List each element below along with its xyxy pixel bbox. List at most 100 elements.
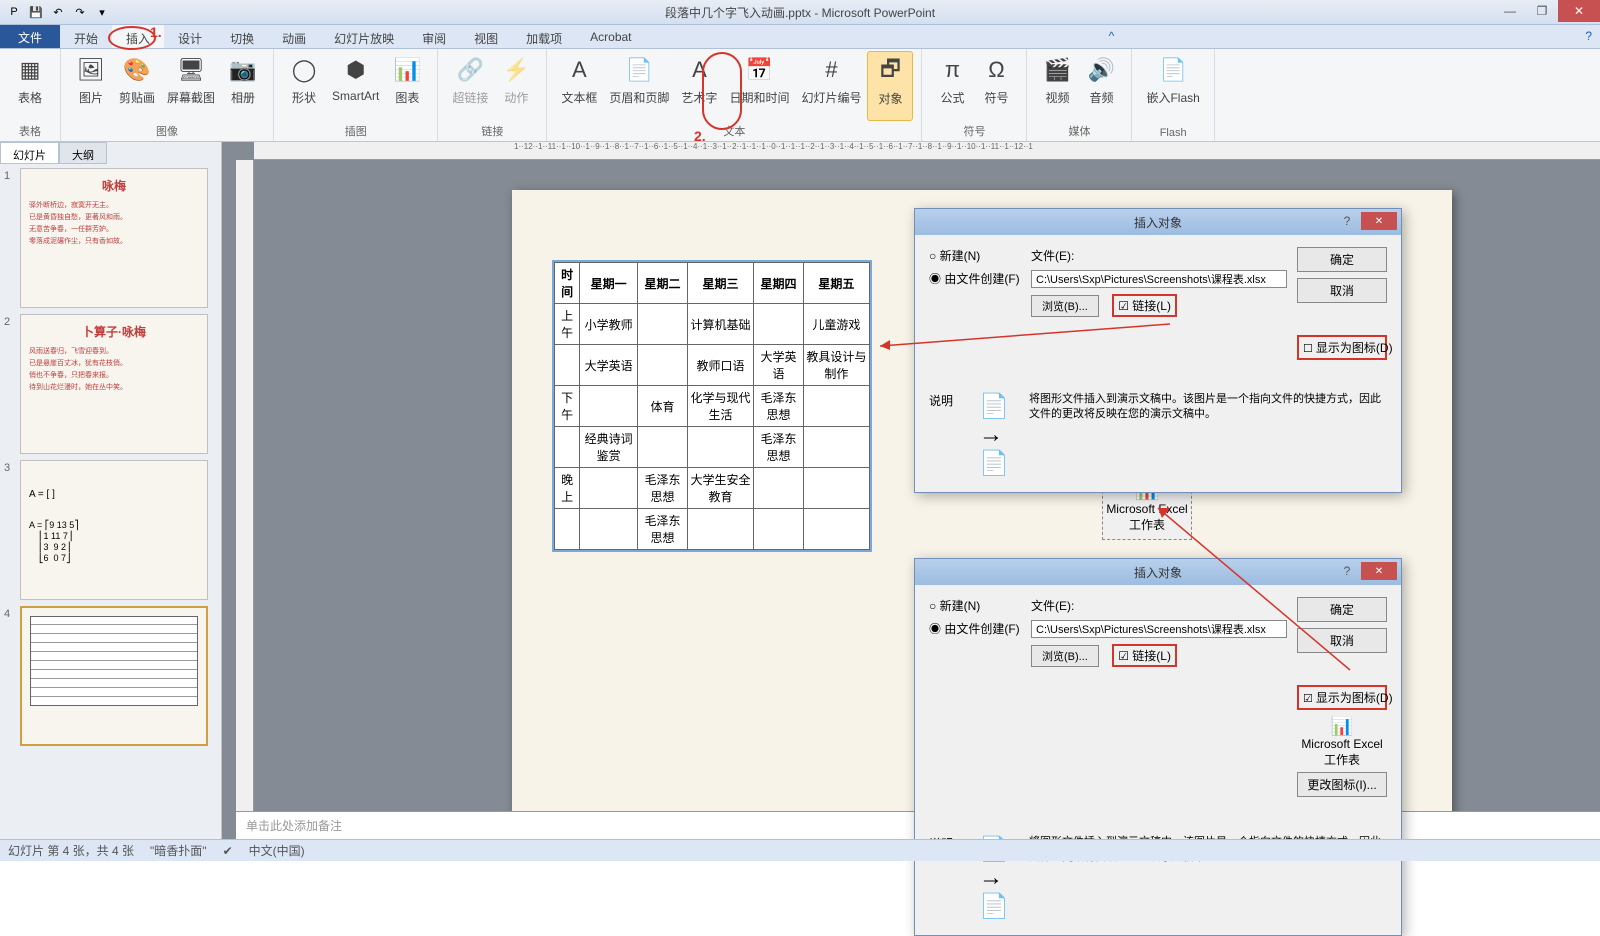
- dialog-help-button[interactable]: ?: [1337, 562, 1357, 580]
- slide-thumbnail[interactable]: 卜算子·咏梅风雨送春归，飞雪迎春到。已是悬崖百丈冰，犹有花枝俏。俏也不争春，只把…: [20, 314, 208, 454]
- group-label: 表格: [8, 121, 52, 141]
- tab-view[interactable]: 视图: [460, 25, 512, 48]
- file-label: 文件(E):: [1031, 247, 1287, 264]
- window-title: 段落中几个字飞入动画.pptx - Microsoft PowerPoint: [665, 4, 935, 21]
- browse-button[interactable]: 浏览(B)...: [1031, 645, 1099, 667]
- tab-acrobat[interactable]: Acrobat: [576, 25, 645, 48]
- ribbon-video[interactable]: 🎬视频: [1035, 51, 1079, 121]
- theme-name: "暗香扑面": [150, 842, 207, 859]
- tab-slides[interactable]: 幻灯片: [0, 142, 59, 164]
- ribbon-wordart[interactable]: A艺术字: [675, 51, 723, 121]
- redo-icon[interactable]: ↷: [70, 2, 90, 22]
- ribbon-action[interactable]: ⚡动作: [494, 51, 538, 121]
- ribbon-equation[interactable]: π公式: [930, 51, 974, 121]
- link-checkbox[interactable]: ☑ 链接(L): [1112, 294, 1177, 317]
- group-label: 插图: [282, 121, 429, 141]
- album-icon: 📷: [227, 54, 259, 86]
- slide-thumbnail[interactable]: 咏梅驿外断桥边，寂寞开无主。已是黄昏独自愁，更著风和雨。无意苦争春，一任群芳妒。…: [20, 168, 208, 308]
- tab-home[interactable]: 开始: [60, 25, 112, 48]
- group-label: 链接: [446, 121, 538, 141]
- close-button[interactable]: ✕: [1558, 0, 1600, 22]
- group-label: 符号: [930, 121, 1018, 141]
- radio-new[interactable]: ○ 新建(N): [929, 597, 1031, 614]
- slide-thumbnail[interactable]: [20, 606, 208, 746]
- icon-preview: 📊 Microsoft Excel 工作表: [1297, 716, 1387, 768]
- undo-icon[interactable]: ↶: [48, 2, 68, 22]
- embedded-table[interactable]: 时间星期一星期二星期三星期四星期五上午小学教师计算机基础儿童游戏大学英语教师口语…: [552, 260, 872, 552]
- tab-design[interactable]: 设计: [164, 25, 216, 48]
- group-label: 图像: [69, 121, 265, 141]
- cancel-button[interactable]: 取消: [1297, 278, 1387, 303]
- tab-review[interactable]: 审阅: [408, 25, 460, 48]
- link-checkbox[interactable]: ☑ 链接(L): [1112, 644, 1177, 667]
- cancel-button[interactable]: 取消: [1297, 628, 1387, 653]
- tab-addins[interactable]: 加载项: [512, 25, 576, 48]
- ribbon-smartart[interactable]: ⬢SmartArt: [326, 51, 385, 121]
- file-tab[interactable]: 文件: [0, 25, 60, 48]
- tab-animations[interactable]: 动画: [268, 25, 320, 48]
- ribbon-textbox[interactable]: A文本框: [555, 51, 603, 121]
- ribbon-headerfooter[interactable]: 📄页眉和页脚: [603, 51, 675, 121]
- change-icon-button[interactable]: 更改图标(I)...: [1297, 772, 1387, 797]
- tab-outline[interactable]: 大纲: [59, 142, 107, 164]
- window-controls: — ❐ ✕: [1494, 0, 1600, 22]
- ribbon-minimize-icon[interactable]: ^: [1101, 25, 1123, 48]
- ribbon-hyperlink[interactable]: 🔗超链接: [446, 51, 494, 121]
- help-icon[interactable]: ?: [1577, 25, 1600, 48]
- slide-thumbnail[interactable]: A = [ ]A = ⎡9 13 5⎤ ⎢1 11 7⎥ ⎢3 9 2⎥ ⎣6 …: [20, 460, 208, 600]
- textbox-icon: A: [563, 54, 595, 86]
- ribbon-datetime[interactable]: 📅日期和时间: [723, 51, 795, 121]
- dialog-title: 插入对象 ? ✕: [915, 209, 1401, 235]
- ok-button[interactable]: 确定: [1297, 247, 1387, 272]
- desc-icon: 📄→📄: [979, 392, 1029, 478]
- datetime-icon: 📅: [743, 54, 775, 86]
- file-path-input[interactable]: [1031, 620, 1287, 638]
- app-icon[interactable]: P: [4, 2, 24, 22]
- ribbon-flash[interactable]: 📄嵌入Flash: [1140, 51, 1205, 125]
- screenshot-icon: 🖥: [175, 54, 207, 86]
- ribbon-tabs: 文件 开始 插入 设计 切换 动画 幻灯片放映 审阅 视图 加载项 Acroba…: [0, 25, 1600, 49]
- dialog-close-button[interactable]: ✕: [1361, 212, 1397, 230]
- ribbon-audio[interactable]: 🔊音频: [1079, 51, 1123, 121]
- tab-slideshow[interactable]: 幻灯片放映: [320, 25, 408, 48]
- ribbon-table[interactable]: ▦表格: [8, 51, 52, 121]
- ok-button[interactable]: 确定: [1297, 597, 1387, 622]
- language-status[interactable]: 中文(中国): [249, 842, 305, 859]
- ribbon-object[interactable]: 🗗对象: [867, 51, 913, 121]
- tab-transitions[interactable]: 切换: [216, 25, 268, 48]
- show-as-icon-checkbox-2[interactable]: ☑ 显示为图标(D): [1297, 685, 1387, 710]
- title-bar: P 💾 ↶ ↷ ▾ 段落中几个字飞入动画.pptx - Microsoft Po…: [0, 0, 1600, 25]
- ribbon-album[interactable]: 📷相册: [221, 51, 265, 121]
- picture-icon: 🖼: [75, 54, 107, 86]
- radio-new[interactable]: ○ 新建(N): [929, 247, 1031, 264]
- file-path-input[interactable]: [1031, 270, 1287, 288]
- action-icon: ⚡: [500, 54, 532, 86]
- insert-object-dialog-1: 插入对象 ? ✕ ○ 新建(N) ◉ 由文件创建(F) 文件(E): 浏览(B)…: [914, 208, 1402, 493]
- radio-from-file[interactable]: ◉ 由文件创建(F): [929, 270, 1031, 287]
- ribbon-symbol[interactable]: Ω符号: [974, 51, 1018, 121]
- radio-from-file[interactable]: ◉ 由文件创建(F): [929, 620, 1031, 637]
- spellcheck-icon[interactable]: ✔: [223, 844, 233, 858]
- embedded-icon-label: Microsoft Excel 工作表: [1106, 502, 1187, 533]
- minimize-button[interactable]: —: [1494, 0, 1526, 22]
- qat-customize-icon[interactable]: ▾: [92, 2, 112, 22]
- ribbon-picture[interactable]: 🖼图片: [69, 51, 113, 121]
- show-as-icon-checkbox-1[interactable]: ☐ 显示为图标(D): [1297, 335, 1387, 360]
- ribbon-screenshot[interactable]: 🖥屏幕截图: [161, 51, 221, 121]
- group-label: Flash: [1140, 125, 1205, 141]
- group-label: 文本: [555, 121, 913, 141]
- chart-icon: 📊: [391, 54, 423, 86]
- maximize-button[interactable]: ❐: [1526, 0, 1558, 22]
- dialog-help-button[interactable]: ?: [1337, 212, 1357, 230]
- group-label: 媒体: [1035, 121, 1123, 141]
- table-icon: ▦: [14, 54, 46, 86]
- thumbnails[interactable]: 1咏梅驿外断桥边，寂寞开无主。已是黄昏独自愁，更著风和雨。无意苦争春，一任群芳妒…: [0, 164, 221, 839]
- ribbon-chart[interactable]: 📊图表: [385, 51, 429, 121]
- ribbon-clipart[interactable]: 🎨剪贴画: [113, 51, 161, 121]
- ribbon-shapes[interactable]: ◯形状: [282, 51, 326, 121]
- ribbon-slidenum[interactable]: #幻灯片编号: [795, 51, 867, 121]
- dialog-close-button[interactable]: ✕: [1361, 562, 1397, 580]
- annotation-step1: 1.: [150, 24, 162, 40]
- save-icon[interactable]: 💾: [26, 2, 46, 22]
- browse-button[interactable]: 浏览(B)...: [1031, 295, 1099, 317]
